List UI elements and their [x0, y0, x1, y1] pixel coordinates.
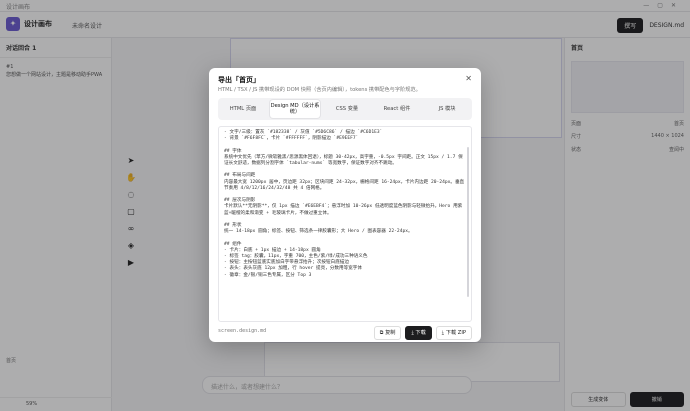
tab-css-vars[interactable]: CSS 变量	[322, 98, 372, 120]
copy-label: 复制	[385, 330, 396, 336]
tab-html[interactable]: HTML 页面	[218, 98, 268, 120]
export-dialog: 导出「首页」 HTML / TSX / JS 携带现设的 DOM 快照（含页内编…	[209, 68, 481, 342]
download-zip-button[interactable]: ⤓ 下载 ZIP	[435, 326, 472, 340]
close-icon[interactable]: ✕	[465, 74, 472, 83]
tab-react[interactable]: React 组件	[372, 98, 422, 120]
tab-js[interactable]: JS 模块	[422, 98, 472, 120]
format-tabs: HTML 页面 Design MD（设计系统） CSS 变量 React 组件 …	[218, 98, 472, 120]
code-scrollbar[interactable]	[467, 147, 469, 297]
dialog-actions: ⧉ 复制 ⤓ 下载 ⤓ 下载 ZIP	[373, 326, 472, 340]
download-button[interactable]: ⤓ 下载	[405, 326, 432, 340]
download-zip-label: 下载 ZIP	[445, 330, 466, 336]
export-filename: screen.design.md	[218, 328, 267, 334]
dialog-title: 导出「首页」	[218, 76, 260, 84]
code-preview[interactable]: - 文字/三级：置灰 `#182338` / 灰值 `#5D6C86` / 描边…	[218, 126, 472, 322]
download-label: 下载	[415, 330, 426, 336]
tab-design-md[interactable]: Design MD（设计系统）	[270, 100, 320, 118]
copy-button[interactable]: ⧉ 复制	[373, 326, 402, 340]
code-content: - 文字/三级：置灰 `#182338` / 灰值 `#5D6C86` / 描边…	[224, 130, 465, 278]
dialog-footer: screen.design.md ⧉ 复制 ⤓ 下载 ⤓ 下载 ZIP	[218, 326, 472, 340]
dialog-subtitle: HTML / TSX / JS 携带现设的 DOM 快照（含页内编辑），toke…	[218, 87, 421, 93]
